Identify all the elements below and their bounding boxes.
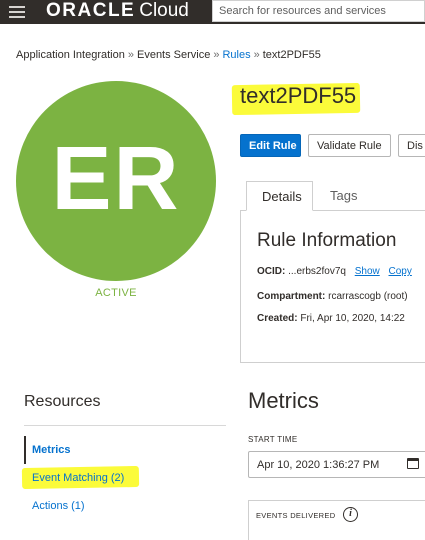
copy-ocid-link[interactable]: Copy: [389, 266, 412, 277]
compartment-label: Compartment:: [257, 291, 326, 302]
breadcrumb: Application Integration» Events Service» R…: [16, 49, 321, 61]
edit-rule-button[interactable]: Edit Rule: [240, 134, 301, 157]
validate-rule-button[interactable]: Validate Rule: [308, 134, 391, 157]
events-delivered-label: EVENTS DELIVERED: [256, 511, 336, 520]
avatar-initials: ER: [51, 128, 181, 229]
disable-button[interactable]: Dis: [398, 134, 425, 157]
resources-divider: [24, 425, 226, 426]
breadcrumb-separator: »: [127, 49, 134, 61]
breadcrumb-events-service[interactable]: Events Service: [137, 49, 210, 61]
tab-tags[interactable]: Tags: [315, 181, 372, 211]
page-title: text2PDF55: [240, 83, 357, 108]
avatar: ER: [16, 81, 216, 281]
created-value: Fri, Apr 10, 2020, 14:22: [300, 313, 405, 324]
top-navigation-bar: ORACLE Cloud Search for resources and ser…: [0, 0, 425, 24]
rule-information-heading: Rule Information: [257, 230, 397, 251]
menu-icon[interactable]: [9, 6, 25, 18]
created-row: Created: Fri, Apr 10, 2020, 14:22: [257, 313, 405, 324]
metrics-heading: Metrics: [248, 388, 319, 413]
status-badge: ACTIVE: [95, 287, 137, 299]
tab-details[interactable]: Details: [246, 181, 313, 211]
search-input[interactable]: Search for resources and services: [212, 0, 425, 22]
breadcrumb-application-integration[interactable]: Application Integration: [16, 49, 125, 61]
show-ocid-link[interactable]: Show: [355, 266, 380, 277]
brand-cloud: Cloud: [139, 0, 189, 21]
start-time-input[interactable]: Apr 10, 2020 1:36:27 PM: [248, 451, 425, 478]
resource-item-event-matching[interactable]: Event Matching (2): [32, 472, 124, 484]
active-indicator: [24, 436, 26, 464]
resource-item-metrics[interactable]: Metrics: [32, 444, 71, 456]
oracle-cloud-logo[interactable]: ORACLE Cloud: [46, 1, 189, 21]
ocid-value: ...erbs2fov7q: [288, 266, 346, 277]
compartment-row: Compartment: rcarrascogb (root): [257, 291, 408, 302]
start-time-label: START TIME: [248, 435, 298, 444]
ocid-row: OCID: ...erbs2fov7q Show Copy: [257, 266, 412, 277]
breadcrumb-rules[interactable]: Rules: [222, 49, 250, 61]
resource-item-actions[interactable]: Actions (1): [32, 500, 85, 512]
breadcrumb-separator: »: [253, 49, 260, 61]
events-delivered-chart: [248, 500, 425, 540]
compartment-value: rcarrascogb (root): [328, 291, 408, 302]
ocid-label: OCID:: [257, 266, 286, 277]
created-label: Created:: [257, 313, 298, 324]
calendar-icon[interactable]: [407, 458, 419, 469]
breadcrumb-current: text2PDF55: [262, 49, 321, 61]
resources-heading: Resources: [24, 393, 101, 410]
info-icon[interactable]: i: [343, 507, 358, 522]
brand-oracle: ORACLE: [46, 0, 136, 21]
breadcrumb-separator: »: [213, 49, 220, 61]
